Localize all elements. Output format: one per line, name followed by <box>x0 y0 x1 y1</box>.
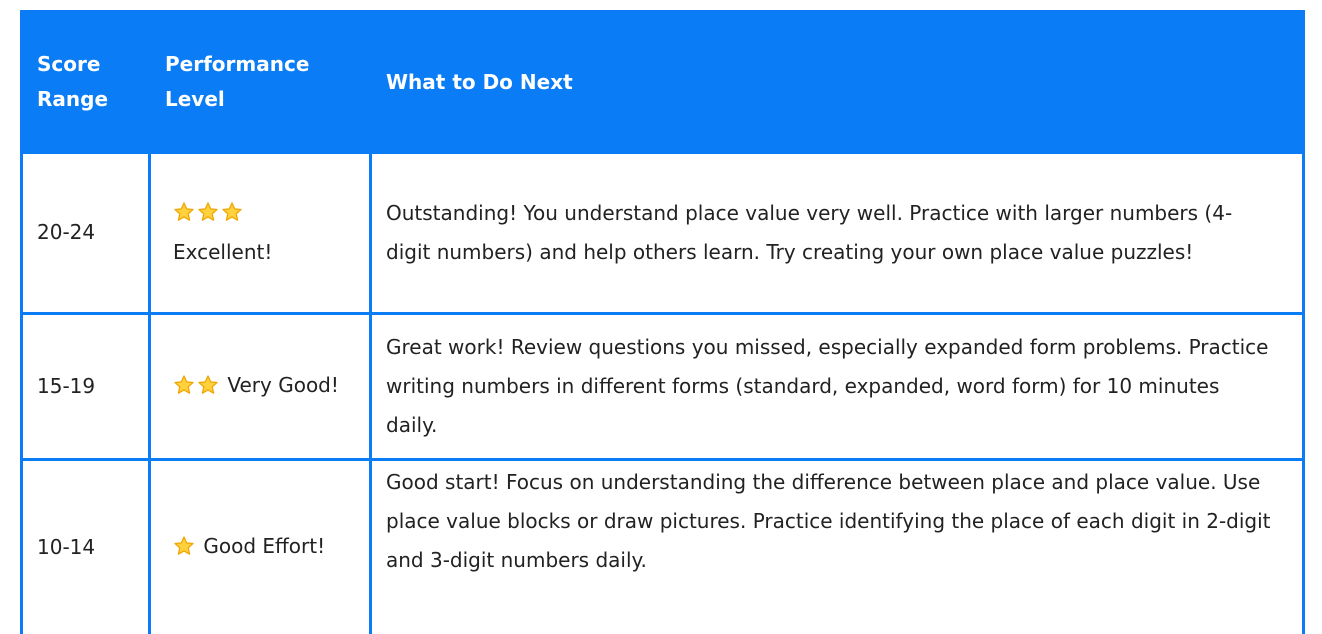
star-rating <box>173 367 221 406</box>
star-icon <box>173 201 195 223</box>
next-steps-cell: Outstanding! You understand place value … <box>369 154 1305 315</box>
performance-level-cell: Very Good! <box>148 313 372 461</box>
score-guide-table: Score Range Performance Level What to Do… <box>20 10 1305 634</box>
next-steps-cell: Great work! Review questions you missed,… <box>369 313 1305 461</box>
performance-level-label: Good Effort! <box>203 534 326 559</box>
header-performance-level: Performance Level <box>148 10 372 154</box>
performance-level-label: Very Good! <box>227 373 339 397</box>
star-icon <box>197 374 219 396</box>
table-row: 15-19 Very Good! Great work! Review ques… <box>20 313 1305 461</box>
star-icon <box>173 374 195 396</box>
header-score-range: Score Range <box>20 10 151 154</box>
table-header-row: Score Range Performance Level What to Do… <box>20 10 1305 154</box>
star-icon <box>197 201 219 223</box>
score-range-cell: 15-19 <box>20 313 151 461</box>
next-steps-cell: Good start! Focus on understanding the d… <box>369 459 1305 634</box>
star-rating <box>173 194 245 233</box>
performance-level-label: Excellent! <box>173 240 273 265</box>
star-icon <box>221 201 243 223</box>
score-range-cell: 10-14 <box>20 459 151 634</box>
performance-level-cell: Good Effort! <box>148 459 372 634</box>
results-table-container: Score Range Performance Level What to Do… <box>20 10 1305 634</box>
header-what-to-do-next: What to Do Next <box>369 10 1305 154</box>
star-rating <box>173 528 197 567</box>
score-range-cell: 20-24 <box>20 154 151 315</box>
table-row: 20-24 Excellent! Outstanding! You unders… <box>20 154 1305 315</box>
star-icon <box>173 535 195 557</box>
performance-level-cell: Excellent! <box>148 154 372 315</box>
table-row: 10-14 Good Effort! Good start! Focus on … <box>20 459 1305 634</box>
